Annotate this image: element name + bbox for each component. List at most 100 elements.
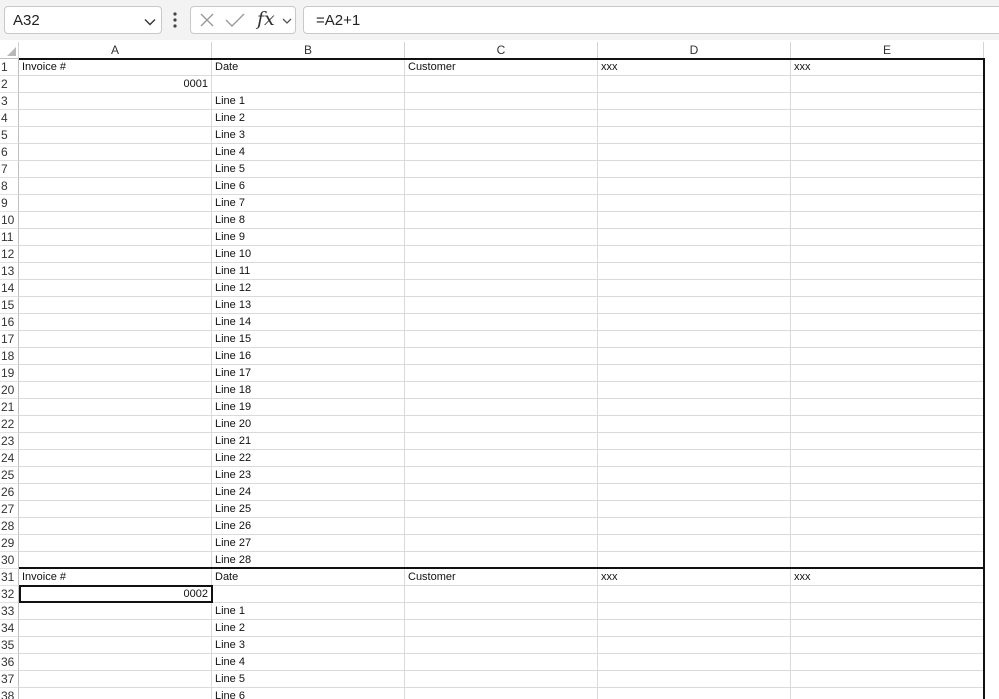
cell-a36[interactable]	[19, 654, 212, 671]
row-header-30[interactable]: 30	[0, 552, 19, 569]
cell-c24[interactable]	[405, 450, 598, 467]
cell-c2[interactable]	[405, 76, 598, 93]
cell-e21[interactable]	[791, 399, 984, 416]
cell-e37[interactable]	[791, 671, 984, 688]
row-header-28[interactable]: 28	[0, 518, 19, 535]
cell-e19[interactable]	[791, 365, 984, 382]
cell-d15[interactable]	[598, 297, 791, 314]
cell-b37[interactable]: Line 5	[212, 671, 405, 688]
cell-d34[interactable]	[598, 620, 791, 637]
cell-b36[interactable]: Line 4	[212, 654, 405, 671]
cell-a13[interactable]	[19, 263, 212, 280]
cell-a29[interactable]	[19, 535, 212, 552]
cell-d16[interactable]	[598, 314, 791, 331]
cell-b8[interactable]: Line 6	[212, 178, 405, 195]
cell-c15[interactable]	[405, 297, 598, 314]
row-header-16[interactable]: 16	[0, 314, 19, 331]
cell-d17[interactable]	[598, 331, 791, 348]
cell-c22[interactable]	[405, 416, 598, 433]
row-header-37[interactable]: 37	[0, 671, 19, 688]
cell-d20[interactable]	[598, 382, 791, 399]
row-header-14[interactable]: 14	[0, 280, 19, 297]
cell-d33[interactable]	[598, 603, 791, 620]
row-header-29[interactable]: 29	[0, 535, 19, 552]
cell-a15[interactable]	[19, 297, 212, 314]
cell-a27[interactable]	[19, 501, 212, 518]
cell-a34[interactable]	[19, 620, 212, 637]
cell-e5[interactable]	[791, 127, 984, 144]
cell-a3[interactable]	[19, 93, 212, 110]
cell-a33[interactable]	[19, 603, 212, 620]
cell-b32[interactable]	[212, 586, 405, 603]
cell-b4[interactable]: Line 2	[212, 110, 405, 127]
cell-e34[interactable]	[791, 620, 984, 637]
cell-a19[interactable]	[19, 365, 212, 382]
cell-e33[interactable]	[791, 603, 984, 620]
row-header-19[interactable]: 19	[0, 365, 19, 382]
cell-e26[interactable]	[791, 484, 984, 501]
cell-a38[interactable]	[19, 688, 212, 699]
cell-e6[interactable]	[791, 144, 984, 161]
cell-c35[interactable]	[405, 637, 598, 654]
cell-e4[interactable]	[791, 110, 984, 127]
cell-b21[interactable]: Line 19	[212, 399, 405, 416]
cell-d27[interactable]	[598, 501, 791, 518]
cell-c8[interactable]	[405, 178, 598, 195]
row-header-7[interactable]: 7	[0, 161, 19, 178]
cell-b38[interactable]: Line 6	[212, 688, 405, 699]
cell-b14[interactable]: Line 12	[212, 280, 405, 297]
cell-d19[interactable]	[598, 365, 791, 382]
cell-e23[interactable]	[791, 433, 984, 450]
cell-c29[interactable]	[405, 535, 598, 552]
cell-b34[interactable]: Line 2	[212, 620, 405, 637]
cell-d13[interactable]	[598, 263, 791, 280]
chevron-down-icon[interactable]	[143, 15, 157, 29]
row-header-3[interactable]: 3	[0, 93, 19, 110]
cell-c32[interactable]	[405, 586, 598, 603]
row-header-20[interactable]: 20	[0, 382, 19, 399]
cell-b9[interactable]: Line 7	[212, 195, 405, 212]
cell-e10[interactable]	[791, 212, 984, 229]
row-header-26[interactable]: 26	[0, 484, 19, 501]
cell-c10[interactable]	[405, 212, 598, 229]
cell-a18[interactable]	[19, 348, 212, 365]
column-header-a[interactable]: A	[19, 42, 212, 59]
cell-a9[interactable]	[19, 195, 212, 212]
row-header-10[interactable]: 10	[0, 212, 19, 229]
insert-function-button[interactable]: fx	[257, 8, 275, 30]
cell-c23[interactable]	[405, 433, 598, 450]
cell-c4[interactable]	[405, 110, 598, 127]
row-header-6[interactable]: 6	[0, 144, 19, 161]
cell-a6[interactable]	[19, 144, 212, 161]
cell-a37[interactable]	[19, 671, 212, 688]
cell-a24[interactable]	[19, 450, 212, 467]
row-header-15[interactable]: 15	[0, 297, 19, 314]
cell-a4[interactable]	[19, 110, 212, 127]
cell-a2[interactable]: 0001	[19, 76, 212, 93]
row-header-23[interactable]: 23	[0, 433, 19, 450]
cell-b18[interactable]: Line 16	[212, 348, 405, 365]
cell-a8[interactable]	[19, 178, 212, 195]
cell-e9[interactable]	[791, 195, 984, 212]
cell-e28[interactable]	[791, 518, 984, 535]
row-header-32[interactable]: 32	[0, 586, 19, 603]
cell-b17[interactable]: Line 15	[212, 331, 405, 348]
formula-input[interactable]: =A2+1	[303, 6, 999, 34]
row-header-18[interactable]: 18	[0, 348, 19, 365]
cell-c34[interactable]	[405, 620, 598, 637]
cell-b26[interactable]: Line 24	[212, 484, 405, 501]
cell-e8[interactable]	[791, 178, 984, 195]
cell-c25[interactable]	[405, 467, 598, 484]
cell-b35[interactable]: Line 3	[212, 637, 405, 654]
cell-b31[interactable]: Date	[212, 569, 405, 586]
cell-b10[interactable]: Line 8	[212, 212, 405, 229]
cell-c27[interactable]	[405, 501, 598, 518]
column-header-b[interactable]: B	[212, 42, 405, 59]
cell-a20[interactable]	[19, 382, 212, 399]
cell-e20[interactable]	[791, 382, 984, 399]
cell-d5[interactable]	[598, 127, 791, 144]
cell-c20[interactable]	[405, 382, 598, 399]
cell-b5[interactable]: Line 3	[212, 127, 405, 144]
cell-b7[interactable]: Line 5	[212, 161, 405, 178]
cell-d4[interactable]	[598, 110, 791, 127]
